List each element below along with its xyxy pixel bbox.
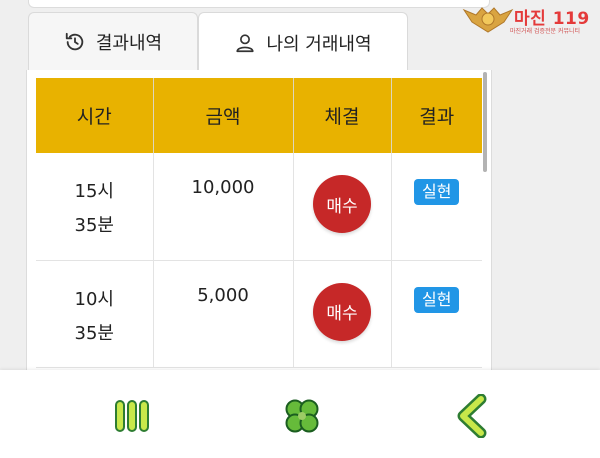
tab-my-trades-label: 나의 거래내역: [266, 33, 372, 55]
tab-results-label: 결과내역: [95, 32, 163, 54]
panel-scrollbar[interactable]: [483, 72, 487, 172]
menu-bars-icon: [115, 400, 149, 432]
tab-results[interactable]: 결과내역: [28, 12, 198, 70]
time-hour: 15시: [74, 181, 114, 202]
table-row: 10시 35분 5,000 매수 실현: [36, 260, 482, 368]
back-button[interactable]: [448, 392, 496, 440]
cell-time: 15시 35분: [36, 153, 154, 261]
cell-amount: 10,000: [153, 153, 294, 261]
header-result: 결과: [391, 78, 482, 153]
tab-my-trades[interactable]: 나의 거래내역: [198, 12, 408, 72]
result-badge: 실현: [414, 286, 460, 313]
logo-subtitle: 마진거래 검증전문 커뮤니티: [509, 28, 581, 35]
time-hour: 10시: [74, 288, 114, 310]
table-header-row: 시간 금액 체결 결과: [36, 78, 482, 153]
cell-time: 10시 35분: [36, 260, 154, 368]
clover-icon: [285, 399, 319, 433]
app-root: 마진 119 마진거래 검증전문 커뮤니티 결과내역 나의 거래내역 시간 금액…: [0, 0, 600, 458]
site-logo: 마진 119 마진거래 검증전문 커뮤니티: [462, 2, 598, 38]
menu-button[interactable]: [108, 392, 156, 440]
bottom-nav: [0, 370, 600, 458]
header-time: 시간: [36, 78, 154, 153]
cell-result: 실현: [391, 153, 482, 261]
cell-amount: 5,000: [153, 260, 294, 368]
cell-trade: 매수: [293, 153, 392, 261]
home-button[interactable]: [278, 392, 326, 440]
tab-bar: 결과내역 나의 거래내역: [28, 12, 408, 72]
chevron-left-icon: [457, 394, 487, 438]
user-icon: [236, 33, 255, 52]
header-amount: 금액: [153, 78, 294, 153]
trades-table: 시간 금액 체결 결과 15시 35분 10,000 매수 실현 10시 35분…: [36, 78, 482, 368]
top-strip: [28, 0, 490, 8]
cell-trade: 매수: [293, 260, 392, 368]
buy-badge: 매수: [313, 282, 371, 341]
history-icon: [65, 32, 84, 50]
table-row: 15시 35분 10,000 매수 실현: [36, 153, 482, 261]
header-trade: 체결: [293, 78, 392, 153]
time-minute: 35분: [74, 215, 114, 236]
result-badge: 실현: [414, 179, 460, 205]
cell-result: 실현: [391, 260, 482, 368]
buy-badge: 매수: [313, 175, 371, 233]
time-minute: 35분: [74, 322, 114, 344]
